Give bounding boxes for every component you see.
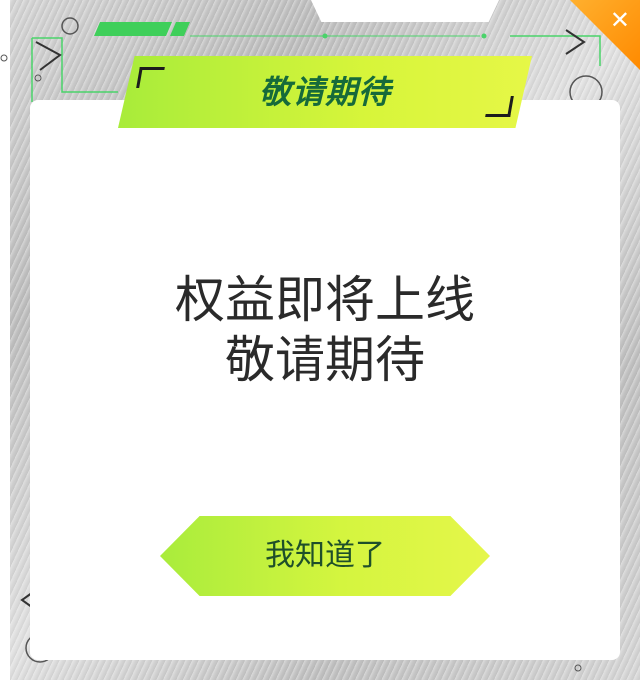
top-notch (310, 0, 500, 22)
deco-circle (61, 17, 79, 35)
message-line-1: 权益即将上线 (175, 271, 475, 329)
deco-circle (0, 54, 8, 62)
acknowledge-button[interactable]: 我知道了 (160, 516, 490, 596)
deco-circle (574, 664, 582, 672)
dialog-stage: ✕ 敬请期待 权益即将上线 敬请期待 我知道了 (0, 0, 640, 680)
banner-title: 敬请期待 (258, 73, 391, 111)
message-line-2: 敬请期待 (225, 331, 425, 389)
deco-slash (94, 22, 172, 36)
title-banner: 敬请期待 (118, 56, 532, 128)
deco-node (322, 33, 328, 39)
deco-slash (170, 22, 190, 36)
close-icon[interactable]: ✕ (610, 6, 630, 34)
dialog-message: 权益即将上线 敬请期待 (30, 270, 620, 390)
deco-arrow (35, 41, 62, 71)
acknowledge-button-label: 我知道了 (265, 538, 385, 573)
deco-arrow (565, 29, 586, 55)
deco-node (481, 33, 487, 39)
bracket-right-decoration (485, 96, 514, 117)
deco-circle (34, 74, 42, 82)
